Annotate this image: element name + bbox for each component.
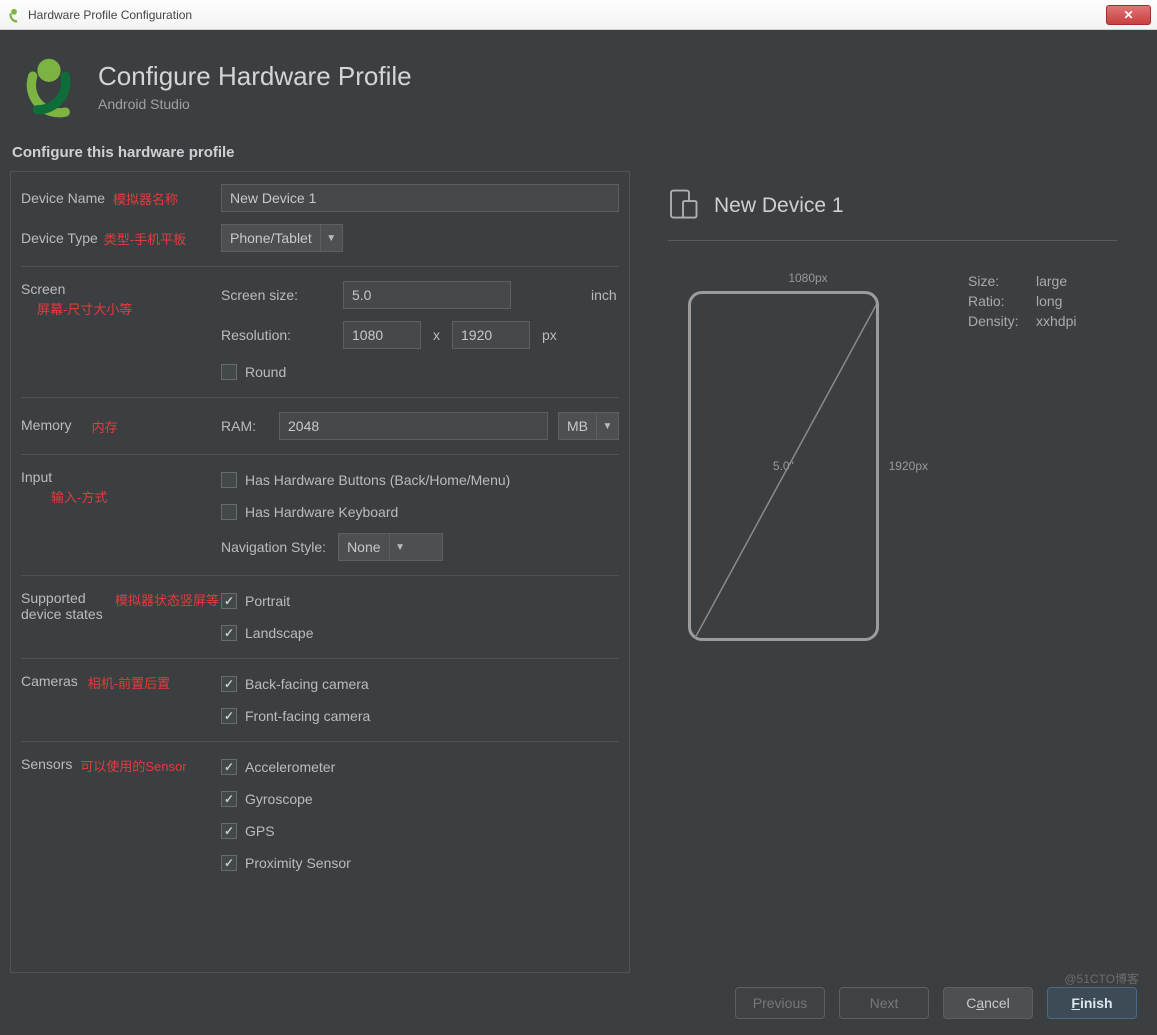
memory-annotation: 内存 xyxy=(92,417,118,436)
close-icon: ✕ xyxy=(1123,8,1133,22)
input-annotation: 输入-方式 xyxy=(21,487,107,506)
checkbox-icon xyxy=(221,593,237,609)
device-name-input[interactable] xyxy=(221,184,619,212)
window-titlebar: Hardware Profile Configuration ✕ xyxy=(0,0,1157,30)
nav-style-label: Navigation Style: xyxy=(221,539,326,555)
checkbox-icon xyxy=(221,504,237,520)
hw-buttons-checkbox[interactable]: Has Hardware Buttons (Back/Home/Menu) xyxy=(221,469,510,491)
resolution-width-input[interactable] xyxy=(343,321,421,349)
checkbox-icon xyxy=(221,625,237,641)
device-name-label: Device Name xyxy=(21,190,105,206)
section-title: Configure this hardware profile xyxy=(10,138,1147,171)
dialog-footer: Previous Next Cancel Finish xyxy=(10,973,1147,1025)
screen-annotation: 屏幕-尺寸大小等 xyxy=(21,299,132,318)
portrait-checkbox[interactable]: Portrait xyxy=(221,590,290,612)
device-outline: 5.0" xyxy=(688,291,879,641)
checkbox-icon xyxy=(221,791,237,807)
resolution-unit: px xyxy=(542,327,557,343)
sensors-label: Sensors xyxy=(21,756,72,772)
landscape-checkbox[interactable]: Landscape xyxy=(221,622,314,644)
back-camera-checkbox[interactable]: Back-facing camera xyxy=(221,673,369,695)
checkbox-icon xyxy=(221,676,237,692)
device-icon xyxy=(668,189,698,222)
checkbox-icon xyxy=(221,708,237,724)
finish-button[interactable]: Finish xyxy=(1047,987,1137,1019)
nav-style-select[interactable]: None ▼ xyxy=(338,533,443,561)
ram-unit-select[interactable]: MB ▼ xyxy=(558,412,619,440)
states-annotation: 模拟器状态竖屏等 xyxy=(115,590,219,609)
resolution-height-input[interactable] xyxy=(452,321,530,349)
preview-properties: Size:large Ratio:long Density:xxhdpi xyxy=(968,271,1076,331)
cancel-button[interactable]: Cancel xyxy=(943,987,1033,1019)
cameras-label: Cameras xyxy=(21,673,78,689)
resolution-label: Resolution: xyxy=(221,327,331,343)
preview-diagonal-label: 5.0" xyxy=(773,459,794,473)
screen-size-unit: inch xyxy=(591,287,617,303)
checkbox-icon xyxy=(221,472,237,488)
chevron-down-icon: ▼ xyxy=(596,413,618,439)
screen-size-label: Screen size: xyxy=(221,287,331,303)
device-figure: 1080px 5.0" 1920px xyxy=(688,271,928,641)
device-type-select[interactable]: Phone/Tablet ▼ xyxy=(221,224,343,252)
input-label: Input xyxy=(21,469,52,485)
resolution-x: x xyxy=(433,327,440,343)
preview-device-name: New Device 1 xyxy=(714,194,844,218)
checkbox-icon xyxy=(221,823,237,839)
screen-label: Screen xyxy=(21,281,65,297)
preview-panel: New Device 1 1080px 5.0" 1920px xyxy=(638,171,1147,973)
window-title: Hardware Profile Configuration xyxy=(28,8,192,22)
gyroscope-checkbox[interactable]: Gyroscope xyxy=(221,788,313,810)
form-panel: Device Name 模拟器名称 Device Type 类型-手机平板 xyxy=(10,171,630,973)
proximity-checkbox[interactable]: Proximity Sensor xyxy=(221,852,351,874)
chevron-down-icon: ▼ xyxy=(320,225,342,251)
cameras-annotation: 相机-前置后置 xyxy=(88,673,170,692)
close-button[interactable]: ✕ xyxy=(1106,5,1151,25)
gps-checkbox[interactable]: GPS xyxy=(221,820,275,842)
checkbox-icon xyxy=(221,364,237,380)
dialog-title: Configure Hardware Profile xyxy=(98,61,412,92)
checkbox-icon xyxy=(221,759,237,775)
next-button[interactable]: Next xyxy=(839,987,929,1019)
round-checkbox[interactable]: Round xyxy=(221,361,286,383)
app-icon xyxy=(6,7,22,23)
preview-height-label: 1920px xyxy=(889,459,928,473)
ram-input[interactable] xyxy=(279,412,548,440)
previous-button[interactable]: Previous xyxy=(735,987,825,1019)
hw-keyboard-checkbox[interactable]: Has Hardware Keyboard xyxy=(221,501,398,523)
ram-label: RAM: xyxy=(221,418,269,434)
memory-label: Memory xyxy=(21,417,72,433)
dialog-header: Configure Hardware Profile Android Studi… xyxy=(10,38,1147,138)
sensors-annotation: 可以使用的Sensor xyxy=(80,756,186,775)
chevron-down-icon: ▼ xyxy=(389,534,411,560)
preview-width-label: 1080px xyxy=(688,271,928,285)
states-label: Supported device states xyxy=(21,590,111,622)
device-type-label: Device Type xyxy=(21,230,98,246)
accelerometer-checkbox[interactable]: Accelerometer xyxy=(221,756,335,778)
device-type-annotation: 类型-手机平板 xyxy=(104,229,186,248)
android-studio-logo-icon xyxy=(20,54,78,118)
dialog-subtitle: Android Studio xyxy=(98,96,412,112)
screen-size-input[interactable] xyxy=(343,281,511,309)
checkbox-icon xyxy=(221,855,237,871)
device-name-annotation: 模拟器名称 xyxy=(113,189,178,208)
front-camera-checkbox[interactable]: Front-facing camera xyxy=(221,705,370,727)
